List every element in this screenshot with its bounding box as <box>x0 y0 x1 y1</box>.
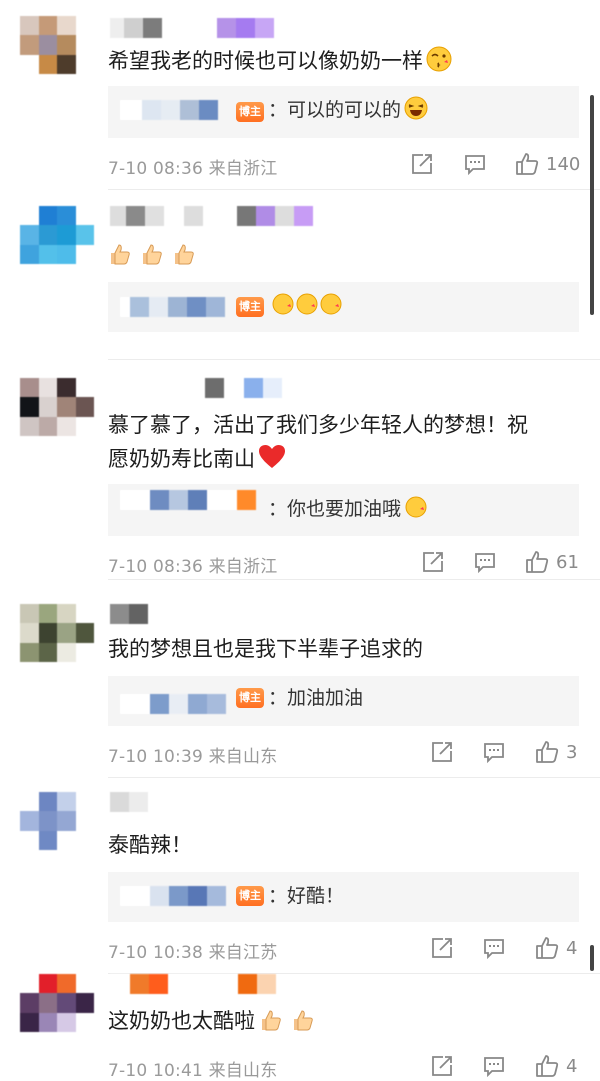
like-icon <box>536 741 559 763</box>
comment-item: 我的梦想且也是我下半辈子追求的 博主 ：加油加油 7-10 10:39 来自山东… <box>0 580 600 778</box>
comment-text: 这奶奶也太酷啦 <box>108 1004 578 1038</box>
comment-meta: 7-10 10:38 来自江苏 <box>108 943 278 963</box>
like-count: 61 <box>556 551 579 573</box>
username[interactable] <box>110 18 274 38</box>
comment-text <box>108 238 578 272</box>
reply-text: ：加油加油 <box>268 687 364 709</box>
avatar[interactable] <box>20 792 94 850</box>
comment-button[interactable] <box>482 1054 506 1078</box>
avatar[interactable] <box>20 206 94 264</box>
comment-icon <box>465 155 485 176</box>
comment-text: 泰酷辣！ <box>108 833 192 857</box>
reply-author[interactable] <box>120 100 218 120</box>
comment-meta: 7-10 10:39 来自山东 <box>108 747 278 767</box>
kissing-face-emoji <box>404 495 428 528</box>
like-button[interactable]: 61 <box>524 549 579 575</box>
comment-item: 慕了慕了，活出了我们多少年轻人的梦想！祝 愿奶奶寿比南山 ：你也要加油哦 7-1… <box>0 360 600 580</box>
reply-box[interactable]: 博主 ：可以的可以的 <box>108 86 579 138</box>
avatar[interactable] <box>20 604 94 662</box>
share-button[interactable] <box>430 740 454 764</box>
kissing-face-emoji <box>426 46 452 82</box>
like-button[interactable]: 3 <box>534 739 577 765</box>
share-button[interactable] <box>410 152 434 176</box>
share-button[interactable] <box>430 1054 454 1078</box>
reply-author[interactable] <box>120 694 226 714</box>
like-icon <box>516 153 539 175</box>
like-count: 4 <box>566 937 578 959</box>
author-badge: 博主 <box>236 102 264 122</box>
kissing-face-emoji <box>268 293 343 317</box>
comment-meta: 7-10 10:41 来自山东 <box>108 1061 278 1081</box>
author-badge: 博主 <box>236 688 264 708</box>
like-button[interactable]: 140 <box>514 151 580 177</box>
share-icon <box>432 938 452 958</box>
comment-icon <box>484 743 504 764</box>
comment-item: 这奶奶也太酷啦 7-10 10:41 来自山东 4 <box>0 974 600 1081</box>
share-icon <box>432 742 452 762</box>
username[interactable] <box>110 604 148 624</box>
like-count: 3 <box>566 741 578 763</box>
comment-text: 慕了慕了，活出了我们多少年轻人的梦想！祝 愿奶奶寿比南山 <box>108 408 578 480</box>
like-count: 140 <box>546 153 581 175</box>
reply-text: ：好酷！ <box>268 885 345 907</box>
comment-text: 我的梦想且也是我下半辈子追求的 <box>108 637 423 661</box>
reply-text: ：你也要加油哦 <box>268 494 428 528</box>
comment-text: 希望我老的时候也可以像奶奶一样 <box>108 44 578 82</box>
comment-meta: 7-10 08:36 来自浙江 <box>108 159 278 179</box>
comment-meta: 7-10 08:36 来自浙江 <box>108 557 278 577</box>
laughing-face-emoji <box>404 96 428 129</box>
comment-button[interactable] <box>463 152 487 176</box>
reply-box[interactable]: 博主 <box>108 282 579 332</box>
share-icon <box>423 552 443 572</box>
share-button[interactable] <box>421 550 445 574</box>
reply-text: ：可以的可以的 <box>268 95 428 129</box>
scrollbar[interactable] <box>590 95 594 315</box>
username[interactable] <box>110 974 276 994</box>
like-button[interactable]: 4 <box>534 935 577 961</box>
avatar[interactable] <box>20 16 94 74</box>
username[interactable] <box>110 206 313 226</box>
author-badge: 博主 <box>236 297 264 317</box>
author-badge: 博主 <box>236 886 264 906</box>
like-icon <box>536 937 559 959</box>
reply-author[interactable] <box>120 886 226 906</box>
username[interactable] <box>110 378 282 398</box>
share-icon <box>412 154 432 174</box>
reply-box[interactable]: ：你也要加油哦 <box>108 484 579 536</box>
like-button[interactable]: 4 <box>534 1053 577 1079</box>
avatar[interactable] <box>20 974 94 1032</box>
reply-box[interactable]: 博主 ：加油加油 <box>108 676 579 726</box>
like-icon <box>526 551 549 573</box>
comment-button[interactable] <box>482 936 506 960</box>
share-icon <box>432 1056 452 1076</box>
reply-author[interactable] <box>120 490 256 510</box>
comment-icon <box>484 1057 504 1078</box>
comment-button[interactable] <box>482 740 506 764</box>
comment-icon <box>484 939 504 960</box>
avatar[interactable] <box>20 378 94 436</box>
like-icon <box>536 1055 559 1077</box>
thumbs-up-emoji <box>255 1009 323 1033</box>
share-button[interactable] <box>430 936 454 960</box>
comment-icon <box>475 553 495 574</box>
username[interactable] <box>110 792 148 812</box>
scrollbar[interactable] <box>590 945 594 971</box>
reply-text <box>268 291 343 321</box>
reply-author[interactable] <box>120 297 225 317</box>
comment-item: 希望我老的时候也可以像奶奶一样 博主 ：可以的可以的 7-10 08:36 来自… <box>0 0 600 190</box>
comment-button[interactable] <box>473 550 497 574</box>
thumbs-up-emoji <box>108 243 204 267</box>
like-count: 4 <box>566 1055 578 1077</box>
red-heart-emoji <box>258 444 286 480</box>
comment-item: 泰酷辣！ 博主 ：好酷！ 7-10 10:38 来自江苏 4 <box>0 778 600 974</box>
comment-item: 博主 <box>0 190 600 360</box>
reply-box[interactable]: 博主 ：好酷！ <box>108 872 579 922</box>
